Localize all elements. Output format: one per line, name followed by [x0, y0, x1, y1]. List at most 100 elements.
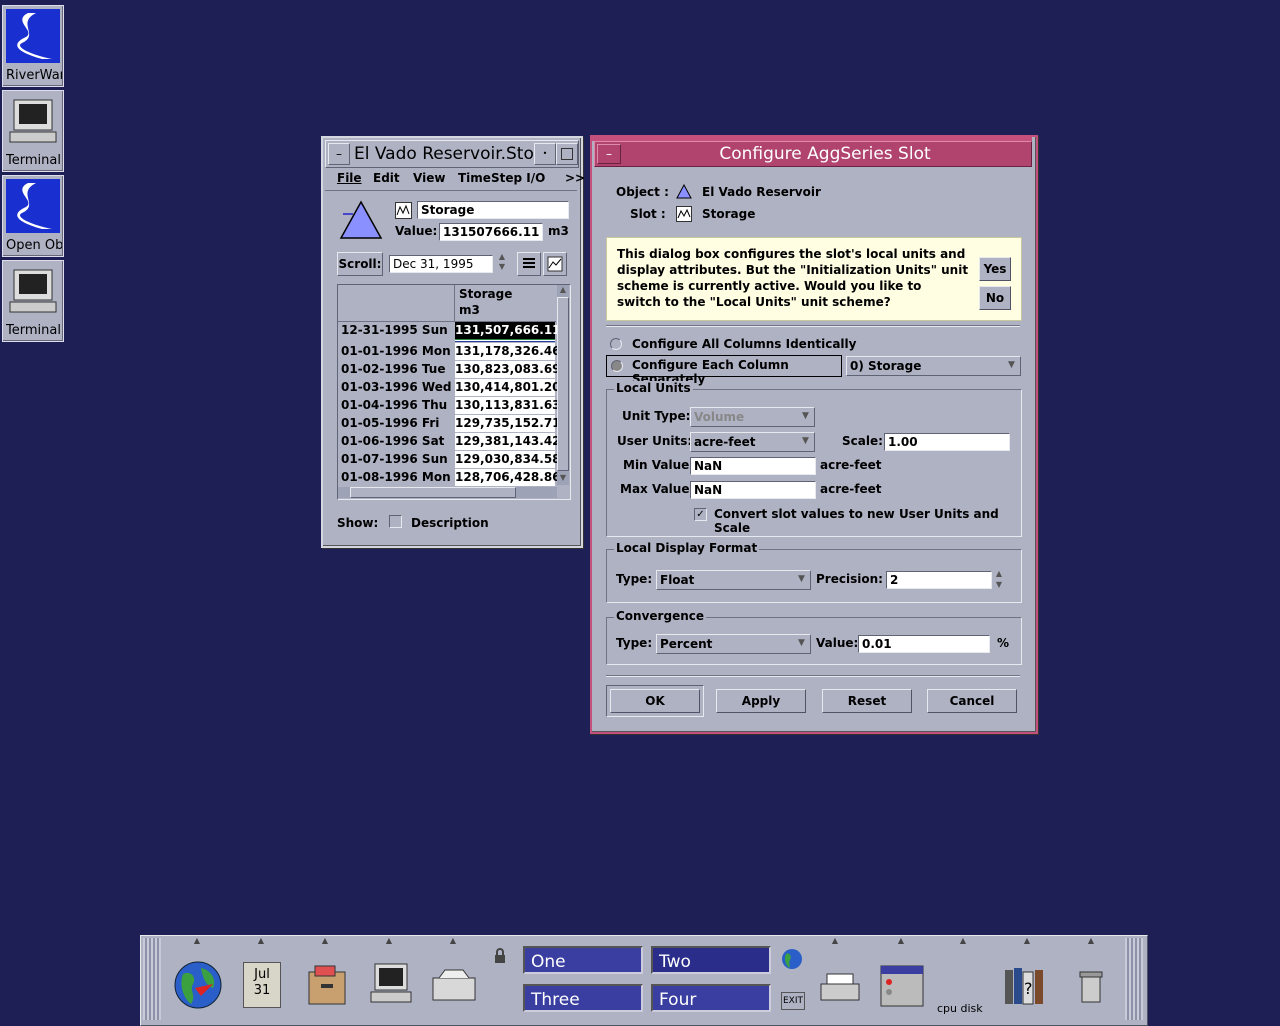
table-row[interactable]: 01-06-1996 Sat 129,381,143.42: [338, 433, 561, 451]
subpanel-arrow[interactable]: ▲: [295, 936, 355, 946]
taskbar-handle-right[interactable]: [1125, 938, 1143, 1020]
row-date: 12-31-1995 Sun: [338, 322, 455, 339]
table-row[interactable]: 01-01-1996 Mon 131,178,326.46: [338, 343, 561, 361]
row-value[interactable]: 128,706,428.86: [455, 469, 561, 486]
table-row[interactable]: 01-07-1996 Sun 129,030,834.58: [338, 451, 561, 469]
date-spinner[interactable]: ▲ ▼: [496, 252, 508, 274]
table-header: Storage m3: [338, 285, 556, 322]
calendar-icon[interactable]: Jul 31: [243, 962, 281, 1008]
table-row[interactable]: 12-31-1995 Sun 131,507,666.11: [338, 322, 561, 340]
window-menu-button[interactable]: –: [328, 143, 350, 165]
trash-icon[interactable]: [1079, 970, 1103, 1004]
configure-each-radio[interactable]: [611, 360, 623, 372]
scroll-date-field[interactable]: Dec 31, 1995: [389, 255, 493, 273]
minimize-button[interactable]: •: [534, 143, 556, 165]
workspace-one[interactable]: One: [523, 946, 643, 974]
table-row[interactable]: 01-08-1996 Mon 128,706,428.86: [338, 469, 561, 487]
table-row[interactable]: 01-03-1996 Wed 130,414,801.20: [338, 379, 561, 397]
convert-checkbox[interactable]: ✓: [694, 508, 707, 521]
configure-all-radio[interactable]: [610, 338, 622, 350]
dialog-title-bar[interactable]: – Configure AggSeries Slot: [594, 141, 1032, 167]
mail-icon[interactable]: [431, 968, 477, 1004]
convergence-value-field[interactable]: 0.01: [858, 635, 990, 653]
row-value[interactable]: 130,823,083.69: [455, 361, 561, 378]
precision-field[interactable]: 2: [886, 571, 992, 589]
configure-each-option[interactable]: Configure Each Column Separately: [606, 355, 842, 386]
series-slot-icon: [676, 206, 692, 222]
slot-name-field[interactable]: Storage: [417, 201, 569, 219]
format-type-select[interactable]: Float ▼: [656, 570, 811, 590]
ok-button[interactable]: OK: [610, 689, 700, 713]
table-row[interactable]: 01-04-1996 Thu 130,113,831.63: [338, 397, 561, 415]
title-bar[interactable]: – El Vado Reservoir.Storage •: [325, 140, 579, 168]
subpanel-arrow[interactable]: ▲: [933, 936, 993, 946]
subpanel-arrow[interactable]: ▲: [871, 936, 931, 946]
configure-all-label: Configure All Columns Identically: [632, 337, 857, 351]
reset-button[interactable]: Reset: [822, 689, 912, 713]
vertical-scrollbar[interactable]: ▲ ▼: [557, 285, 569, 485]
subpanel-arrow[interactable]: ▲: [805, 936, 865, 946]
subpanel-arrow[interactable]: ▲: [1061, 936, 1121, 946]
subpanel-arrow[interactable]: ▲: [167, 936, 227, 946]
row-value[interactable]: 130,414,801.20: [455, 379, 561, 396]
description-checkbox[interactable]: [389, 515, 402, 528]
cpu-disk-meter[interactable]: cpu disk: [937, 1002, 983, 1015]
workspace-four[interactable]: Four: [651, 984, 771, 1012]
subpanel-arrow[interactable]: ▲: [231, 936, 291, 946]
scroll-label[interactable]: Scroll:: [337, 252, 383, 276]
row-value[interactable]: 130,113,831.63: [455, 397, 561, 414]
globe-icon[interactable]: [173, 960, 223, 1010]
no-button[interactable]: No: [979, 286, 1011, 310]
workspace-three[interactable]: Three: [523, 984, 643, 1012]
help-icon[interactable]: ?: [1003, 966, 1047, 1006]
row-value[interactable]: 131,178,326.46: [455, 343, 561, 360]
max-value-field[interactable]: NaN: [690, 481, 816, 499]
maximize-button[interactable]: [556, 143, 578, 165]
terminal-icon[interactable]: [369, 962, 413, 1006]
horizontal-scrollbar[interactable]: [338, 487, 557, 498]
menu-view[interactable]: View: [413, 171, 445, 185]
menu-edit[interactable]: Edit: [373, 171, 400, 185]
row-value[interactable]: 129,030,834.58: [455, 451, 561, 468]
table-row[interactable]: 01-05-1996 Fri 129,735,152.71: [338, 415, 561, 433]
workspace-two[interactable]: Two: [651, 946, 771, 974]
printer-icon[interactable]: [819, 972, 861, 1004]
yes-button[interactable]: Yes: [979, 257, 1011, 281]
taskbar-handle[interactable]: [143, 938, 161, 1020]
vertical-scroll-thumb[interactable]: [557, 297, 569, 471]
menu-more[interactable]: >>: [565, 171, 585, 185]
user-units-select[interactable]: acre-feet ▼: [690, 432, 815, 452]
horizontal-scroll-thumb[interactable]: [350, 487, 516, 498]
subpanel-arrow[interactable]: ▲: [997, 936, 1057, 946]
plot-view-button[interactable]: [543, 252, 567, 276]
desktop-icon-open-objects[interactable]: Open Objects: [2, 175, 64, 257]
row-value[interactable]: 129,381,143.42: [455, 433, 561, 450]
min-value-field[interactable]: NaN: [690, 457, 816, 475]
exit-button[interactable]: EXIT: [781, 992, 805, 1010]
configure-dialog: – Configure AggSeries Slot Object : El V…: [590, 135, 1038, 734]
lock-icon[interactable]: [493, 948, 507, 964]
precision-spinner[interactable]: ▲ ▼: [992, 568, 1006, 590]
desktop-icon-terminal[interactable]: Terminal: [2, 90, 64, 172]
desktop-icon-riverware[interactable]: RiverWare: [2, 5, 64, 87]
menu-file[interactable]: File: [337, 171, 362, 185]
file-manager-icon[interactable]: [307, 964, 347, 1006]
subpanel-arrow[interactable]: ▲: [359, 936, 419, 946]
row-value[interactable]: 131,507,666.11: [455, 322, 561, 339]
style-manager-icon[interactable]: [877, 962, 927, 1010]
desktop-icon-terminal-2[interactable]: Terminal: [2, 260, 64, 342]
table-view-button[interactable]: [517, 252, 541, 276]
globe-small-icon[interactable]: [781, 948, 803, 970]
scale-field[interactable]: 1.00: [884, 433, 1010, 451]
row-value[interactable]: 129,735,152.71: [455, 415, 561, 432]
max-value-unit: acre-feet: [820, 482, 882, 496]
dialog-menu-button[interactable]: –: [597, 144, 621, 164]
column-select[interactable]: 0) Storage ▼: [846, 356, 1021, 376]
apply-button[interactable]: Apply: [716, 689, 806, 713]
menu-timestep-io[interactable]: TimeStep I/O: [458, 171, 545, 185]
subpanel-arrow[interactable]: ▲: [423, 936, 483, 946]
table-row[interactable]: 01-02-1996 Tue 130,823,083.69: [338, 361, 561, 379]
convergence-type-select[interactable]: Percent ▼: [656, 634, 811, 654]
cancel-button[interactable]: Cancel: [927, 689, 1017, 713]
value-field[interactable]: 131507666.11: [439, 223, 543, 241]
